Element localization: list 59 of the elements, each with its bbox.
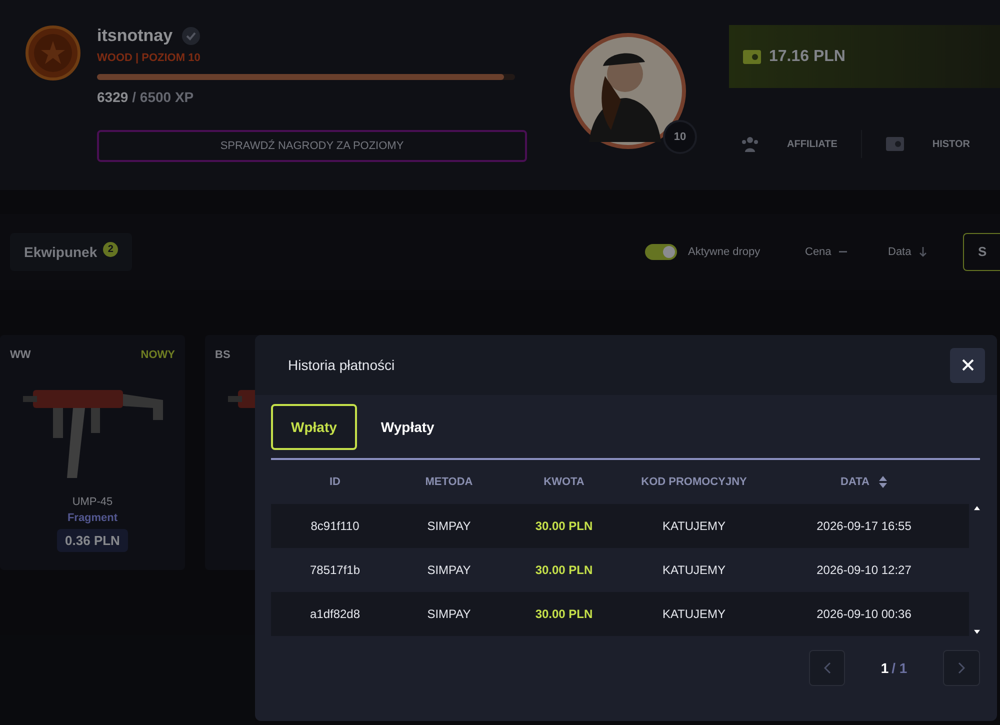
count-badge: 2 [103,242,118,256]
scrollbar[interactable] [973,504,981,636]
table-cell-text: 30.00 PLN [534,518,594,535]
item-card[interactable]: WW NOWY UMP-45 Fragment 0.36 PLN [0,335,185,570]
table-cell-text: SIMPAY [426,518,472,535]
condition-label: BS [215,348,230,363]
nav-link[interactable]: AFFILIATE [787,136,838,152]
price-tag: 0.36 PLN [57,528,128,552]
item-name: UMP-45 [72,494,113,510]
table-cell-text: KATUJEMY [661,562,727,579]
table-cell-text: a1df82d8 [308,606,362,623]
table-cell-text: 2026-09-10 00:36 [816,606,912,623]
skin-name: Fragment [67,511,118,526]
sort-button[interactable]: Cena [805,237,871,267]
balance-amount: 17.16 PLN [769,46,846,66]
table-cell-text: 2026-09-17 16:55 [816,518,912,535]
sort-icon [879,476,888,488]
nav-link[interactable]: HISTOR [932,136,970,152]
table-cell-text: 30.00 PLN [534,606,594,623]
page-current: 1 [880,658,889,678]
active-drops-toggle[interactable] [645,244,677,260]
column-header: ID [330,474,340,490]
table-cell-text: SIMPAY [426,562,472,579]
chevron-right-icon [958,662,965,674]
xp-total: / 6500 XP [132,88,194,107]
arrow-down-icon [919,247,928,257]
modal-title: Historia płatności [288,356,395,375]
toggle-label: Aktywne dropy [688,244,762,260]
close-button[interactable] [950,348,985,382]
column-header: KWOTA [544,474,584,490]
table-cell-text: 78517f1b [308,562,362,579]
wallet-icon [886,137,904,151]
new-label: NOWY [140,348,175,363]
table-cell-text: 8c91f110 [310,518,360,535]
close-icon [962,359,974,371]
wallet-icon [743,50,761,64]
table-cell-text: 2026-09-10 12:27 [816,562,912,579]
table-cell-text: KATUJEMY [661,606,727,623]
table-cell-text: KATUJEMY [661,518,727,535]
rank-label: WOOD | POZIOM 10 [97,50,202,66]
dash-icon [839,251,848,253]
sort-button[interactable]: Data [888,237,954,267]
chevron-left-icon [824,662,830,674]
username: itsnotnay [97,25,173,47]
column-header: METODA [425,474,473,490]
rewards-button[interactable]: SPRAWDŹ NAGRODY ZA POZIOMY [97,130,527,162]
avatar-level-badge: 10 [663,120,697,154]
page-total: / 1 [892,658,908,678]
people-icon [741,136,759,152]
xp-current: 6329 [97,88,128,107]
tab[interactable]: Wpłaty [271,404,357,450]
action-button[interactable]: S [963,233,1000,271]
table-cell-text: SIMPAY [426,606,472,623]
table-cell-text: 30.00 PLN [534,562,594,579]
inventory-tab[interactable]: Ekwipunek 2 [10,233,132,271]
column-header[interactable]: DATA [840,474,888,490]
condition-label: WW [10,348,31,363]
column-header: KOD PROMOCYJNY [641,474,747,490]
tab[interactable]: Wypłaty [360,404,454,450]
